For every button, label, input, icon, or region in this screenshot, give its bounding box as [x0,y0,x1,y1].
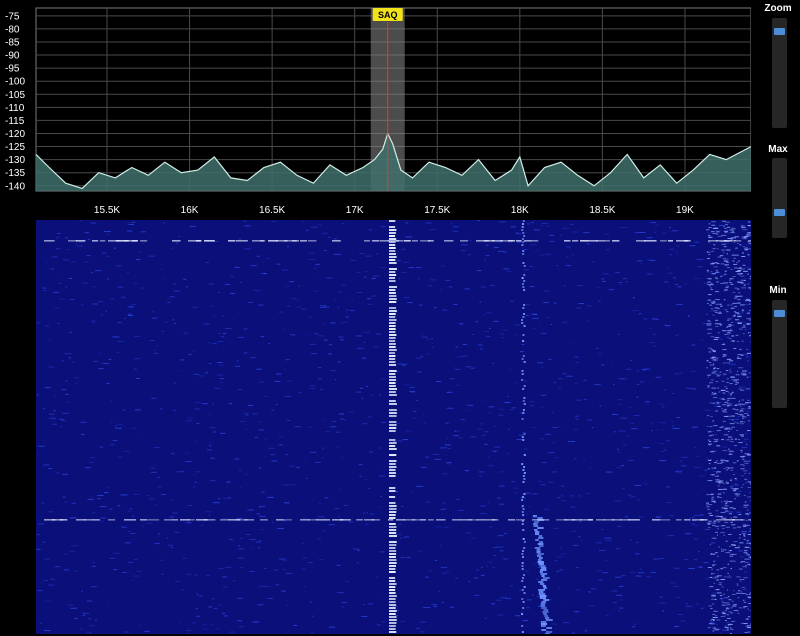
y-tick-label: -140 [5,181,25,192]
y-tick-label: -75 [5,11,20,22]
max-label: Max [768,144,788,155]
y-tick-label: -110 [5,103,25,114]
min-slider[interactable] [772,300,787,408]
spectrum-chart: -75 -80 -85 -90 -95 -100 -105 -110 -115 -120 -125 -… [5,7,752,216]
control-panel: Zoom Max Min [756,0,800,636]
y-tick-label: -80 [5,24,20,35]
min-slider-thumb[interactable] [774,310,785,317]
y-tick-label: -90 [5,51,20,62]
x-tick-label: 17K [346,205,364,216]
x-tick-label: 15.5K [94,205,120,216]
x-tick-label: 18.5K [589,205,615,216]
y-tick-label: -120 [5,129,25,140]
y-tick-label: -85 [5,37,20,48]
y-tick-label: -105 [5,90,25,101]
y-tick-label: -95 [5,64,20,75]
signal-marker-label: SAQ [378,10,398,20]
x-tick-label: 17.5K [424,205,450,216]
zoom-label: Zoom [764,3,792,14]
x-tick-label: 18K [511,205,529,216]
y-tick-label: -135 [5,168,25,179]
y-tick-label: -100 [5,77,25,88]
waterfall-display[interactable] [36,220,751,634]
y-tick-label: -115 [5,116,25,127]
zoom-slider-thumb[interactable] [774,28,785,35]
waterfall-gutter [0,220,36,636]
waterfall-canvas [36,220,751,634]
x-tick-label: 19K [676,205,694,216]
max-slider[interactable] [772,158,787,238]
x-tick-label: 16.5K [259,205,285,216]
min-label: Min [769,285,787,296]
x-tick-label: 16K [181,205,199,216]
y-tick-label: -125 [5,142,25,153]
y-tick-label: -130 [5,155,25,166]
zoom-slider[interactable] [772,18,787,128]
max-slider-thumb[interactable] [774,209,785,216]
spectrum-panel[interactable]: -75 -80 -85 -90 -95 -100 -105 -110 -115 -120 -125 -… [0,0,756,220]
